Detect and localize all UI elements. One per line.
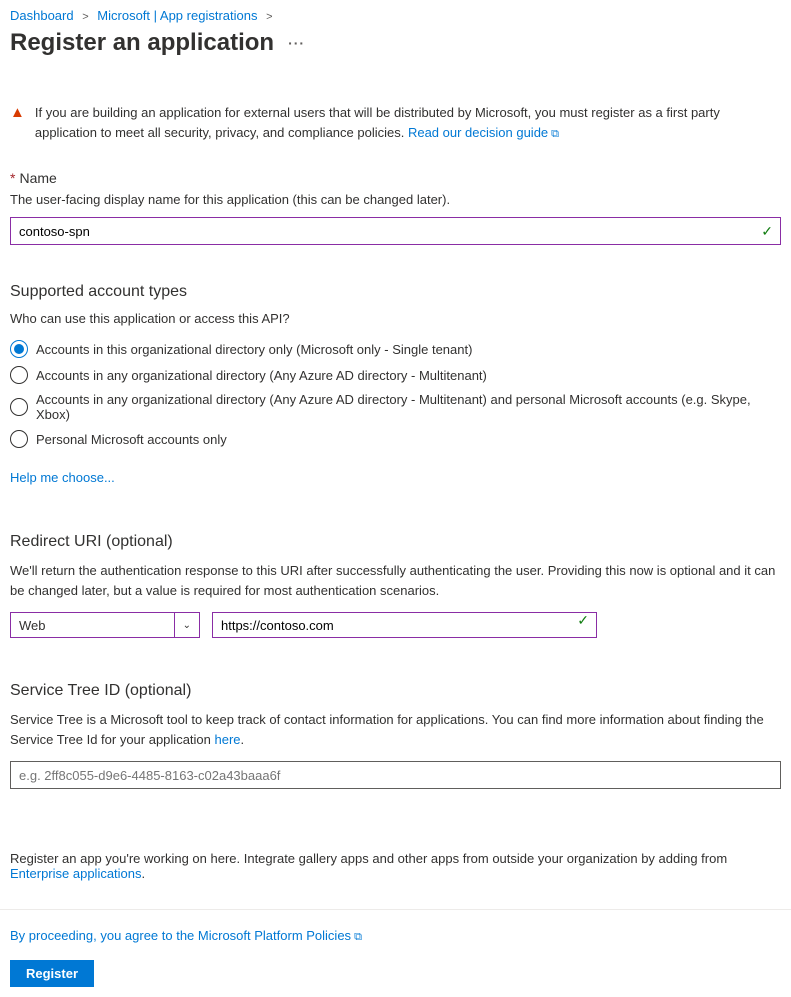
service-tree-header: Service Tree ID (optional) [10,682,781,710]
checkmark-icon: ✓ [761,223,773,240]
page-title-text: Register an application [10,29,274,57]
breadcrumb-dashboard[interactable]: Dashboard [10,8,74,23]
account-types-header: Supported account types [10,283,781,311]
warning-box: ▲ If you are building an application for… [10,103,781,142]
page-title: Register an application ··· [10,27,781,67]
radio-label: Accounts in any organizational directory… [36,392,781,422]
service-tree-input[interactable] [10,761,781,789]
external-link-icon: ⧉ [354,931,362,943]
radio-single-tenant[interactable]: Accounts in this organizational director… [10,336,781,362]
service-tree-here-link[interactable]: here [215,732,241,747]
warning-triangle-icon: ▲ [10,104,25,121]
radio-multitenant-personal[interactable]: Accounts in any organizational directory… [10,388,781,426]
more-icon[interactable]: ··· [288,35,305,51]
decision-guide-link[interactable]: Read our decision guide⧉ [408,125,559,140]
radio-personal-only[interactable]: Personal Microsoft accounts only [10,426,781,452]
help-me-choose-link[interactable]: Help me choose... [10,470,781,485]
account-types-question: Who can use this application or access t… [10,311,781,336]
enterprise-applications-link[interactable]: Enterprise applications [10,866,142,881]
radio-label: Accounts in any organizational directory… [36,368,487,383]
radio-icon [10,340,28,358]
register-button[interactable]: Register [10,960,94,987]
name-label: *Name [10,170,781,192]
footer-text: Register an app you're working on here. … [10,851,781,881]
radio-label: Accounts in this organizational director… [36,342,472,357]
name-description: The user-facing display name for this ap… [10,192,781,217]
redirect-uri-input[interactable] [212,612,597,638]
breadcrumb-sep-icon: > [261,11,277,23]
required-star-icon: * [10,170,15,186]
radio-multitenant[interactable]: Accounts in any organizational directory… [10,362,781,388]
breadcrumb: Dashboard > Microsoft | App registration… [10,0,781,27]
service-tree-description: Service Tree is a Microsoft tool to keep… [10,710,781,761]
radio-icon [10,366,28,384]
warning-text: If you are building an application for e… [35,103,781,142]
name-input[interactable] [10,217,781,245]
redirect-uri-header: Redirect URI (optional) [10,533,781,561]
account-types-radio-group: Accounts in this organizational director… [10,336,781,452]
breadcrumb-app-registrations[interactable]: Microsoft | App registrations [97,8,257,23]
radio-label: Personal Microsoft accounts only [36,432,227,447]
platform-select[interactable]: Web ⌄ [10,612,200,638]
chevron-down-icon: ⌄ [174,613,195,637]
radio-icon [10,398,28,416]
breadcrumb-sep-icon: > [77,11,93,23]
checkmark-icon: ✓ [577,612,589,629]
redirect-uri-description: We'll return the authentication response… [10,561,781,612]
platform-select-value: Web [19,618,46,633]
warning-message: If you are building an application for e… [35,105,720,140]
platform-policies-link[interactable]: By proceeding, you agree to the Microsof… [10,910,781,960]
radio-icon [10,430,28,448]
external-link-icon: ⧉ [551,128,559,140]
